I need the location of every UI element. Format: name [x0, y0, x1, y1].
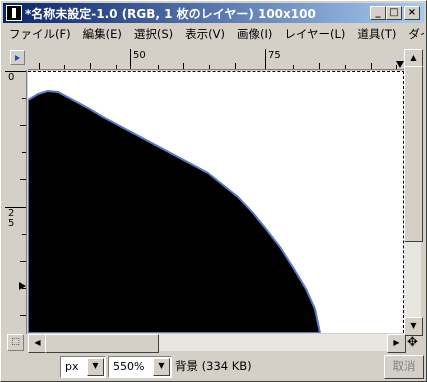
- horizontal-scrollbar[interactable]: ◀ ▶: [28, 334, 406, 353]
- horizontal-ruler[interactable]: 50 75: [28, 49, 406, 70]
- canvas-image: [28, 90, 321, 333]
- cancel-button[interactable]: 取消: [384, 355, 424, 379]
- menu-select[interactable]: 選択(S): [128, 25, 179, 43]
- ruler-tick: [293, 65, 294, 69]
- window-title: *名称未設定-1.0 (RGB, 1 枚のレイヤー) 100x100: [25, 7, 316, 21]
- ruler-tick: [209, 65, 210, 69]
- chevron-down-icon[interactable]: ▼: [87, 358, 104, 376]
- ruler-pointer-marker: [396, 61, 404, 68]
- ruler-tick: [64, 65, 65, 69]
- ruler-label-75: 75: [268, 50, 281, 61]
- vertical-scrollbar[interactable]: ▲ ▼: [404, 49, 423, 336]
- ruler-tick: [20, 125, 26, 126]
- ruler-tick: [345, 65, 346, 69]
- navigate-move-icon[interactable]: ✥: [404, 334, 421, 351]
- title-bar[interactable]: *名称未設定-1.0 (RGB, 1 枚のレイヤー) 100x100 _ □ ×: [3, 3, 424, 23]
- menu-dialogs[interactable]: ダイ: [402, 25, 424, 43]
- ruler-tick: [183, 63, 184, 69]
- maximize-button[interactable]: □: [386, 6, 402, 20]
- menu-layer[interactable]: レイヤー(L): [278, 25, 351, 43]
- ruler-tick: [235, 63, 236, 69]
- ruler-tick: [371, 63, 372, 69]
- menu-view[interactable]: 表示(V): [179, 25, 231, 43]
- ruler-tick: [20, 261, 26, 262]
- ruler-tick: [319, 63, 320, 69]
- menu-bar: ファイル(F) 編集(E) 選択(S) 表示(V) 画像(I) レイヤー(L) 道具(T) ダ…: [3, 25, 424, 43]
- vertical-ruler[interactable]: 0 2 5: [5, 70, 27, 334]
- menu-file[interactable]: ファイル(F): [3, 25, 77, 43]
- layer-boundary-top: [28, 71, 405, 72]
- layer-info: 背景 (334 KB): [175, 359, 252, 373]
- unit-select[interactable]: px ▼: [60, 356, 106, 378]
- ruler-label-25: 2 5: [8, 208, 15, 229]
- ruler-tick: [22, 152, 26, 153]
- ruler-label-50: 50: [133, 50, 146, 61]
- ruler-tick: [90, 63, 91, 69]
- vertical-scroll-thumb[interactable]: [404, 66, 423, 242]
- ruler-label-0: 0: [8, 72, 15, 83]
- minimize-button[interactable]: _: [370, 6, 386, 20]
- menu-image[interactable]: 画像(I): [231, 25, 278, 43]
- ruler-tick: [20, 179, 26, 180]
- unit-value: px: [65, 360, 79, 373]
- zoom-select[interactable]: 550% ▼: [108, 356, 172, 378]
- ruler-tick: [20, 315, 26, 316]
- ruler-pointer-marker: [19, 282, 26, 290]
- close-button[interactable]: ×: [404, 6, 420, 20]
- black-shape: [28, 90, 321, 333]
- ruler-tick: [130, 49, 131, 69]
- ruler-tick: [39, 63, 40, 69]
- horizontal-scroll-thumb[interactable]: [45, 334, 159, 353]
- quickmask-icon[interactable]: ⬚: [7, 334, 24, 351]
- ruler-tick: [158, 65, 159, 69]
- menu-tools[interactable]: 道具(T): [351, 25, 402, 43]
- image-menu-button[interactable]: [10, 50, 25, 65]
- ruler-tick: [116, 65, 117, 69]
- ruler-tick: [22, 234, 26, 235]
- chevron-down-icon[interactable]: ▼: [153, 358, 170, 376]
- status-bar: px ▼ 550% ▼ 背景 (334 KB) 取消: [3, 352, 424, 379]
- app-icon[interactable]: [6, 5, 22, 21]
- ruler-tick: [22, 98, 26, 99]
- menu-edit[interactable]: 編集(E): [77, 25, 128, 43]
- zoom-value: 550%: [113, 360, 145, 373]
- image-canvas[interactable]: [28, 71, 405, 333]
- ruler-tick: [265, 49, 266, 69]
